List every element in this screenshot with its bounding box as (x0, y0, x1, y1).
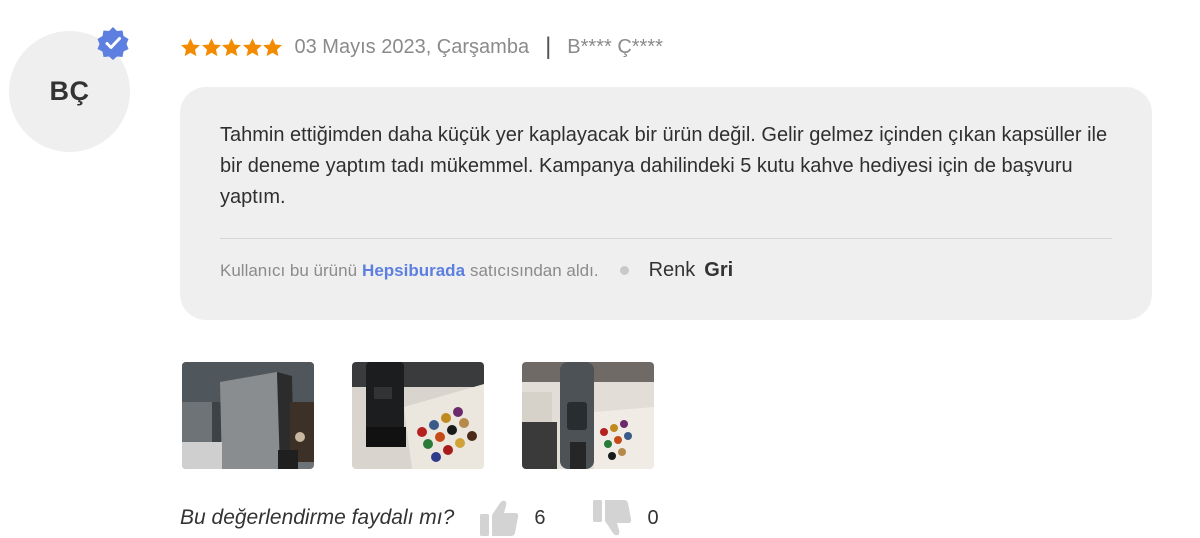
reviewer-initials: BÇ (49, 76, 90, 106)
attribute-name: Renk (648, 259, 696, 281)
dislike-count: 0 (647, 506, 659, 529)
thumbs-down-icon (593, 500, 632, 536)
star-icon (181, 37, 200, 56)
review-date: 03 Mayıs 2023, Çarşamba (294, 35, 530, 58)
review-photo-3[interactable] (522, 362, 654, 469)
star-icon (263, 37, 282, 56)
star-icon (222, 37, 241, 56)
star-icon (201, 37, 221, 56)
like-count: 6 (534, 506, 546, 529)
attribute-value: Gri (704, 259, 734, 281)
photo-machine-top (522, 362, 654, 469)
photo-coffee-machine-side (182, 362, 314, 469)
review-photo-1[interactable] (182, 362, 314, 469)
review-photo-2[interactable] (352, 362, 484, 469)
helpful-row: Bu değerlendirme faydalı mı? 6 0 (180, 498, 659, 538)
purchase-info: Kullanıcı bu ürünü Hepsiburada satıcısın… (220, 259, 733, 282)
header-separator: | (545, 33, 552, 60)
like-button[interactable]: 6 (478, 498, 545, 538)
divider (220, 238, 1112, 239)
star-icon (242, 37, 262, 56)
dot-separator (619, 266, 629, 275)
dislike-button[interactable]: 0 (591, 498, 659, 538)
purchase-prefix: Kullanıcı bu ürünü (220, 260, 358, 280)
purchase-suffix: satıcısından aldı. (470, 260, 599, 280)
review-text: Tahmin ettiğimden daha küçük yer kaplaya… (220, 124, 1108, 208)
review-header: 03 Mayıs 2023, Çarşamba | B**** Ç**** (180, 33, 663, 61)
star-rating (180, 37, 283, 58)
reviewer-name: B**** Ç**** (567, 35, 663, 58)
review-bubble: Tahmin ettiğimden daha küçük yer kaplaya… (180, 87, 1152, 320)
verified-badge-icon (97, 27, 129, 60)
seller-link[interactable]: Hepsiburada (362, 261, 465, 281)
thumbs-up-icon (480, 500, 519, 536)
helpful-question: Bu değerlendirme faydalı mı? (180, 506, 455, 529)
photo-capsule-box (352, 362, 484, 469)
